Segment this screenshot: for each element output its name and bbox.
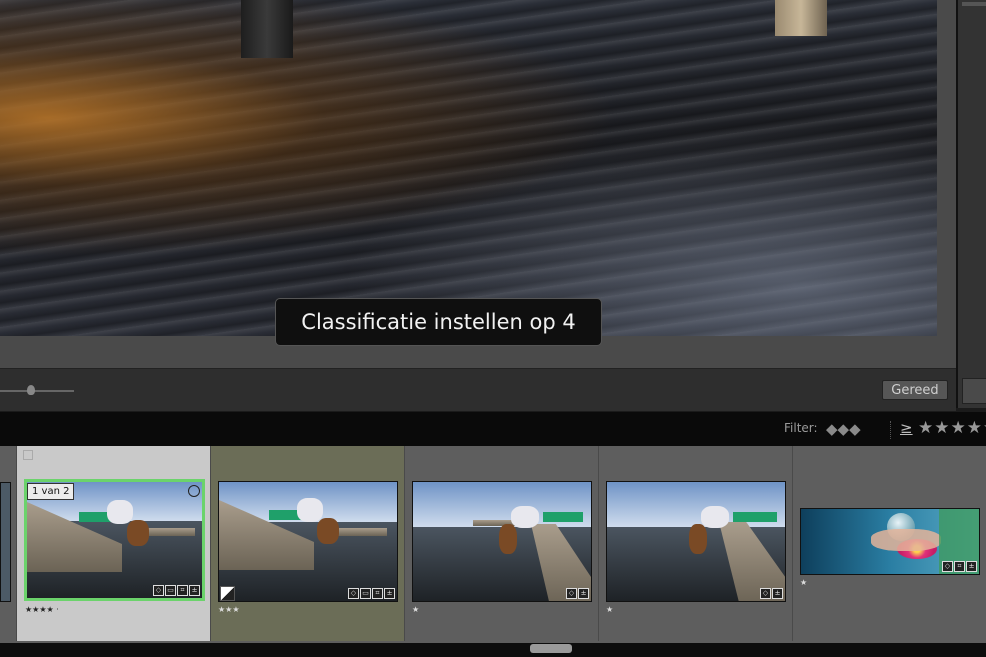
panel-notch <box>962 2 986 6</box>
right-panel-edge <box>956 0 986 408</box>
develop-badge-icon: ± <box>772 588 783 599</box>
scrollbar-thumb[interactable] <box>530 644 572 653</box>
develop-badge-icon: ± <box>384 588 395 599</box>
thumbnail-badges: ◇ ± <box>566 588 589 599</box>
develop-badge-icon: ± <box>578 588 589 599</box>
thumbnail-badges: ◇ ± <box>760 588 783 599</box>
flag-filter-icons[interactable]: ◆◆◆ <box>826 420 861 438</box>
crop-badge-icon: ⌗ <box>177 585 188 596</box>
done-button[interactable]: Gereed <box>882 380 948 400</box>
thumbnail[interactable]: ◇ ± <box>606 481 786 602</box>
filter-label: Filter: <box>784 421 818 435</box>
thumbnail-badges: ◇ ▭ ⌗ ± <box>348 588 395 599</box>
zoom-slider-track[interactable] <box>0 390 74 392</box>
rating-toast: Classificatie instellen op 4 <box>275 298 602 346</box>
circle-icon[interactable] <box>188 485 200 497</box>
thumbnail-rating[interactable]: ★ <box>412 605 419 614</box>
filmstrip-cell[interactable]: ◇ ± ★ <box>599 446 793 641</box>
filmstrip-cell-partial[interactable] <box>0 446 17 641</box>
keyword-badge-icon: ◇ <box>153 585 164 596</box>
loupe-preview: Classificatie instellen op 4 <box>0 0 956 368</box>
thumbnail-rating[interactable]: ★★★★ · <box>25 605 59 614</box>
keyword-badge-icon: ◇ <box>566 588 577 599</box>
stack-badge-icon: ▭ <box>360 588 371 599</box>
selection-count-badge: 1 van 2 <box>27 483 75 500</box>
pier-post-left <box>241 0 293 58</box>
thumbnail-rating[interactable]: ★ <box>800 578 807 587</box>
thumbnail-rating[interactable]: ★★★ <box>218 605 240 614</box>
thumbnail-badges: ◇ ▭ ⌗ ± <box>153 585 200 596</box>
crop-badge-icon: ⌗ <box>954 561 965 572</box>
crop-badge-icon: ⌗ <box>372 588 383 599</box>
thumbnail[interactable] <box>0 482 11 602</box>
filmstrip-cell[interactable]: ◇ ⌗ ± ★ <box>793 446 986 641</box>
keyword-badge-icon: ◇ <box>942 561 953 572</box>
develop-badge-icon: ± <box>189 585 200 596</box>
rating-filter-stars[interactable]: ★★★★★ <box>918 418 986 438</box>
stack-badge-icon: ▭ <box>165 585 176 596</box>
pier-post-right <box>775 0 827 36</box>
filmstrip-cell[interactable]: ◇ ▭ ⌗ ± ★★★★ · <box>17 446 211 641</box>
main-photo <box>0 0 937 336</box>
thumbnail[interactable]: ◇ ± <box>412 481 592 602</box>
filmstrip-cell[interactable]: ◇ ▭ ⌗ ± ★★★ <box>211 446 405 641</box>
keyword-badge-icon: ◇ <box>348 588 359 599</box>
thumbnail[interactable]: ◇ ▭ ⌗ ± <box>218 481 398 602</box>
keyword-badge-icon: ◇ <box>760 588 771 599</box>
panel-toggle-button[interactable] <box>962 378 986 404</box>
filter-separator <box>890 421 892 439</box>
filmstrip: ◇ ▭ ⌗ ± ★★★★ · ◇ ▭ ⌗ ± ★★★ ◇ ± ★ ◇ ± ★ ◇… <box>0 446 986 643</box>
thumbnail-badges: ◇ ⌗ ± <box>942 561 977 572</box>
filter-bar: Filter: ◆◆◆ ≥ ★★★★★ <box>0 412 986 446</box>
filmstrip-scrollbar[interactable] <box>0 643 986 657</box>
filmstrip-cell[interactable]: ◇ ± ★ <box>405 446 599 641</box>
thumbnail-rating[interactable]: ★ <box>606 605 613 614</box>
rating-operator[interactable]: ≥ <box>900 419 913 437</box>
develop-badge-icon: ± <box>966 561 977 572</box>
toolbar: Gereed <box>0 368 956 411</box>
flip-icon <box>220 586 235 601</box>
zoom-slider-knob[interactable] <box>27 385 35 395</box>
cell-checkbox[interactable] <box>23 450 33 460</box>
thumbnail[interactable]: ◇ ⌗ ± <box>800 508 980 575</box>
